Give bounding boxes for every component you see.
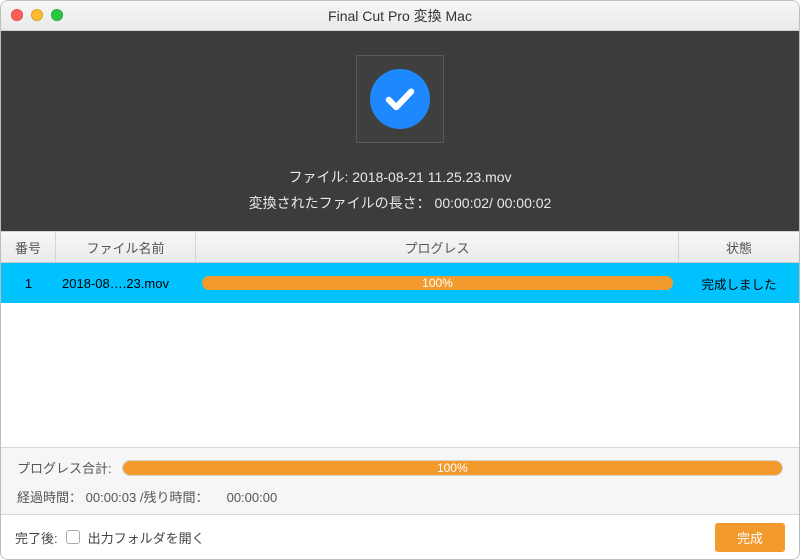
elapsed-value: 00:00:03 xyxy=(86,490,137,505)
col-header-progress: プログレス xyxy=(196,232,679,262)
after-complete-label: 完了後: xyxy=(15,528,58,547)
total-progress-bar: 100% xyxy=(122,460,783,476)
elapsed-label: 経過時間： xyxy=(17,490,82,505)
current-file-line: ファイル: 2018-08-21 11.25.23.mov xyxy=(288,167,511,187)
summary-panel: プログレス合計: 100% 経過時間： 00:00:03 /残り時間： 00:0… xyxy=(1,447,799,515)
done-button[interactable]: 完成 xyxy=(715,523,785,552)
table-empty-area xyxy=(1,303,799,447)
window-controls xyxy=(11,9,63,21)
window-title: Final Cut Pro 変換 Mac xyxy=(1,6,799,26)
zoom-icon[interactable] xyxy=(51,9,63,21)
table-header: 番号 ファイル名前 プログレス 状態 xyxy=(1,231,799,263)
status-hero: ファイル: 2018-08-21 11.25.23.mov 変換されたファイルの… xyxy=(1,31,799,231)
converted-length-line: 変換されたファイルの長さ： 00:00:02/ 00:00:02 xyxy=(249,193,552,213)
cell-status: 完成しました xyxy=(679,263,799,303)
table-body: 1 2018-08….23.mov 100% 完成しました xyxy=(1,263,799,303)
cell-name: 2018-08….23.mov xyxy=(56,263,196,303)
remain-value: 00:00:00 xyxy=(227,490,278,505)
col-header-status: 状態 xyxy=(679,232,799,262)
length-label: 変換されたファイルの長さ： xyxy=(249,195,431,211)
open-folder-label[interactable]: 出力フォルダを開く xyxy=(88,528,205,547)
length-value: 00:00:02/ 00:00:02 xyxy=(435,195,552,211)
remain-label: /残り時間： xyxy=(140,490,209,505)
file-label: ファイル: xyxy=(288,169,348,185)
success-check-icon xyxy=(370,69,430,129)
table-row[interactable]: 1 2018-08….23.mov 100% 完成しました xyxy=(1,263,799,303)
minimize-icon[interactable] xyxy=(31,9,43,21)
titlebar: Final Cut Pro 変換 Mac xyxy=(1,1,799,31)
row-progress-bar: 100% xyxy=(202,276,673,290)
total-progress-label: プログレス合計: xyxy=(17,458,112,477)
app-window: Final Cut Pro 変換 Mac ファイル: 2018-08-21 11… xyxy=(0,0,800,560)
total-progress-text: 100% xyxy=(123,461,782,475)
col-header-index: 番号 xyxy=(1,232,56,262)
cell-progress: 100% xyxy=(196,263,679,303)
time-line: 経過時間： 00:00:03 /残り時間： 00:00:00 xyxy=(17,487,783,506)
open-folder-checkbox[interactable] xyxy=(66,530,80,544)
footer: 完了後: 出力フォルダを開く 完成 xyxy=(1,515,799,559)
col-header-name: ファイル名前 xyxy=(56,232,196,262)
close-icon[interactable] xyxy=(11,9,23,21)
file-name: 2018-08-21 11.25.23.mov xyxy=(352,169,511,185)
cell-index: 1 xyxy=(1,263,56,303)
status-icon-box xyxy=(356,55,444,143)
row-progress-text: 100% xyxy=(202,276,673,290)
